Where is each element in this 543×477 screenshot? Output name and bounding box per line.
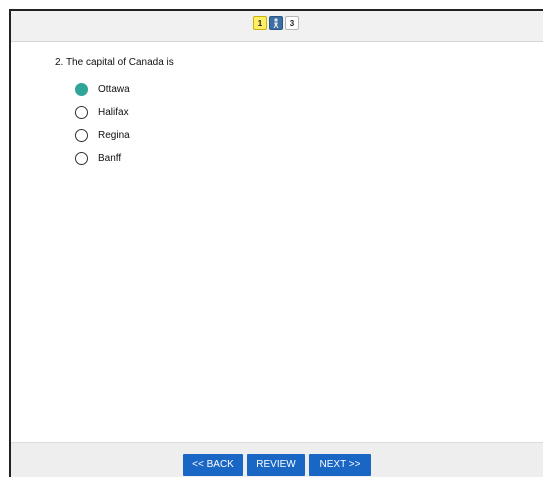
option-label: Halifax: [98, 107, 129, 118]
question-text: 2. The capital of Canada is: [55, 57, 174, 68]
question-navigator-bar: 1 3: [11, 11, 543, 42]
option-label: Regina: [98, 130, 130, 141]
option-banff[interactable]: Banff: [75, 152, 121, 165]
question-navigator: 1 3: [253, 16, 299, 30]
radio-empty-icon[interactable]: [75, 129, 88, 142]
option-regina[interactable]: Regina: [75, 129, 130, 142]
next-button[interactable]: NEXT >>: [309, 454, 371, 476]
back-button[interactable]: << BACK: [183, 454, 243, 476]
option-label: Banff: [98, 153, 122, 164]
radio-selected-icon[interactable]: [75, 83, 88, 96]
radio-empty-icon[interactable]: [75, 152, 88, 165]
question-3-button[interactable]: 3: [285, 16, 299, 30]
radio-empty-icon[interactable]: [75, 106, 88, 119]
person-icon: [273, 18, 279, 28]
question-2-button[interactable]: [269, 16, 283, 30]
option-halifax[interactable]: Halifax: [75, 106, 129, 119]
footer-bar: << BACK REVIEW NEXT >>: [11, 442, 543, 477]
review-button[interactable]: REVIEW: [247, 454, 305, 476]
question-1-button[interactable]: 1: [253, 16, 267, 30]
option-label: Ottawa: [98, 84, 130, 95]
option-ottawa[interactable]: Ottawa: [75, 83, 130, 96]
quiz-window: 1 3 2. The capital of Canada is Ottawa H…: [9, 9, 543, 477]
